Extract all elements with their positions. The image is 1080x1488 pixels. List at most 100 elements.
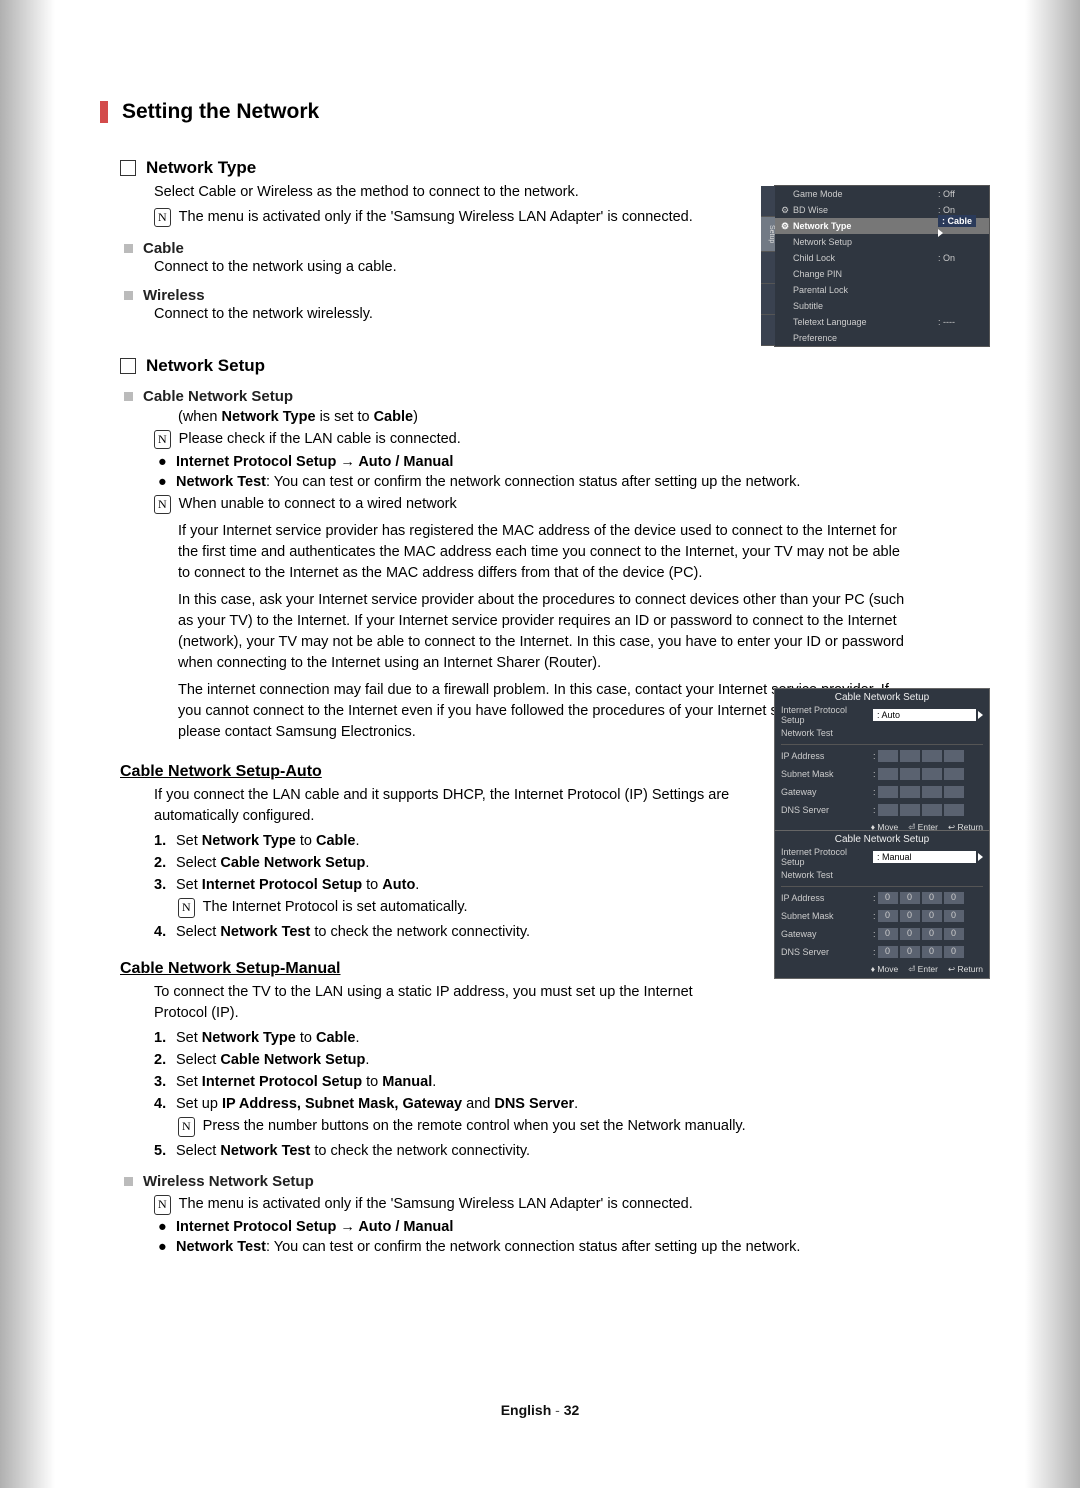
page-footer: English - 32 [0,1402,1080,1418]
step-text: Set up IP Address, Subnet Mask, Gateway … [176,1096,578,1112]
hint-return: ↩ Return [948,964,983,975]
menu-item-child-lock[interactable]: Child Lock: On [775,250,989,266]
label: Network Type [793,221,938,231]
osd-sidebar: Setup [761,186,775,346]
step-number: 2. [154,1052,176,1068]
note-icon: N [178,1117,195,1136]
bullet-row: ● Internet Protocol Setup → Auto / Manua… [158,454,990,470]
bullet-dot: ● [158,474,176,490]
value: : On [938,253,983,263]
footer-language: English [501,1402,552,1418]
page-shadow-left [0,0,55,1488]
section-title: Setting the Network [100,100,990,124]
label: Teletext Language [793,317,938,327]
square-bullet-icon [120,160,136,176]
step-number: 4. [154,924,176,940]
text: : You can test or confirm the network co… [266,474,800,490]
subhead-text: Wireless [143,287,205,304]
note-icon: N [154,208,171,227]
text: (when [178,409,222,425]
note-text: The menu is activated only if the 'Samsu… [179,207,693,228]
field-dns-server[interactable]: DNS Server:0000 [775,943,989,961]
label: BD Wise [793,205,938,215]
subhead-text: Cable Network Setup [143,388,293,405]
bold: Network Test [176,1239,266,1255]
heading-network-type: Network Type [120,158,990,178]
field-ip-address[interactable]: IP Address:0000 [775,889,989,907]
bullet-text: Network Test: You can test or confirm th… [176,474,800,490]
step-row: 3.Set Internet Protocol Setup to Manual. [154,1074,990,1090]
step-text: Set Network Type to Cable. [176,833,360,849]
divider [781,744,983,745]
value: : ---- [938,317,983,327]
bullet-row: ● Network Test: You can test or confirm … [158,474,990,490]
note-icon: N [154,1195,171,1214]
label: IP Address [781,751,873,761]
osd-tab[interactable] [761,315,775,346]
menu-item-game-mode[interactable]: Game Mode: Off [775,186,989,202]
note-row: N The menu is activated only if the 'Sam… [154,1194,910,1215]
field-gateway: Gateway: [775,783,989,801]
osd-tab-setup[interactable]: Setup [761,217,775,252]
note-icon: N [154,430,171,449]
grey-square-icon [124,244,133,253]
menu-item-ip-setup[interactable]: Internet Protocol Setup: Manual [775,848,989,866]
label: Gateway [781,929,873,939]
osd-tab[interactable] [761,186,775,217]
square-bullet-icon [120,358,136,374]
label: Internet Protocol Setup [781,847,873,867]
menu-item-network-test[interactable]: Network Test [775,724,989,742]
page-shadow-right [1025,0,1080,1488]
note-text: Press the number buttons on the remote c… [203,1116,746,1137]
paragraph: If your Internet service provider has re… [178,521,910,584]
menu-item-change-pin[interactable]: Change PIN [775,266,989,282]
label: IP Address [781,893,873,903]
step-text: Set Network Type to Cable. [176,1030,360,1046]
osd-cable-setup-auto: Cable Network Setup Internet Protocol Se… [774,688,990,837]
step-text: Select Network Test to check the network… [176,1143,530,1159]
field-subnet-mask[interactable]: Subnet Mask:0000 [775,907,989,925]
label: Preference [793,333,938,343]
bold: Network Test [176,474,266,490]
subhead-text: Cable [143,240,184,257]
menu-item-subtitle[interactable]: Subtitle [775,298,989,314]
menu-item-ip-setup[interactable]: Internet Protocol Setup: Auto [775,706,989,724]
subhead-cable-network-setup: Cable Network Setup [124,388,990,405]
title-accent-bar [100,101,108,123]
menu-item-teletext-language[interactable]: Teletext Language: ---- [775,314,989,330]
label: Game Mode [793,189,938,199]
heading-network-setup: Network Setup [120,356,990,376]
label: Parental Lock [793,285,938,295]
step-row: 4.Set up IP Address, Subnet Mask, Gatewa… [154,1096,990,1112]
field-gateway[interactable]: Gateway:0000 [775,925,989,943]
osd-tab[interactable] [761,284,775,315]
heading-text: Network Type [146,158,256,178]
heading-text: Network Setup [146,356,265,376]
label: Subtitle [793,301,938,311]
text: is set to [316,409,374,425]
note-text: The menu is activated only if the 'Samsu… [179,1194,693,1215]
subhead-text: Wireless Network Setup [143,1173,314,1190]
grey-square-icon [124,291,133,300]
note-icon: N [154,495,171,514]
osd-cable-setup-manual: Cable Network Setup Internet Protocol Se… [774,830,990,979]
label: Gateway [781,787,873,797]
menu-item-network-type[interactable]: ⚙Network Type: Cable [775,218,989,234]
note-row: N Please check if the LAN cable is conne… [154,429,910,450]
osd-tab[interactable] [761,252,775,283]
step-text: Select Network Test to check the network… [176,924,530,940]
step-text: Select Cable Network Setup. [176,1052,369,1068]
bullet-row: ● Network Test: You can test or confirm … [158,1239,990,1255]
label: Network Test [781,728,873,738]
footer-sep: - [551,1402,563,1418]
bullet-dot: ● [158,1219,176,1235]
divider [781,886,983,887]
menu-item-parental-lock[interactable]: Parental Lock [775,282,989,298]
paragraph: In this case, ask your Internet service … [178,590,910,674]
paragraph: (when Network Type is set to Cable) [178,409,990,425]
grey-square-icon [124,1177,133,1186]
step-number: 2. [154,855,176,871]
menu-item-preference[interactable]: Preference [775,330,989,346]
menu-item-network-test[interactable]: Network Test [775,866,989,884]
step-number: 4. [154,1096,176,1112]
